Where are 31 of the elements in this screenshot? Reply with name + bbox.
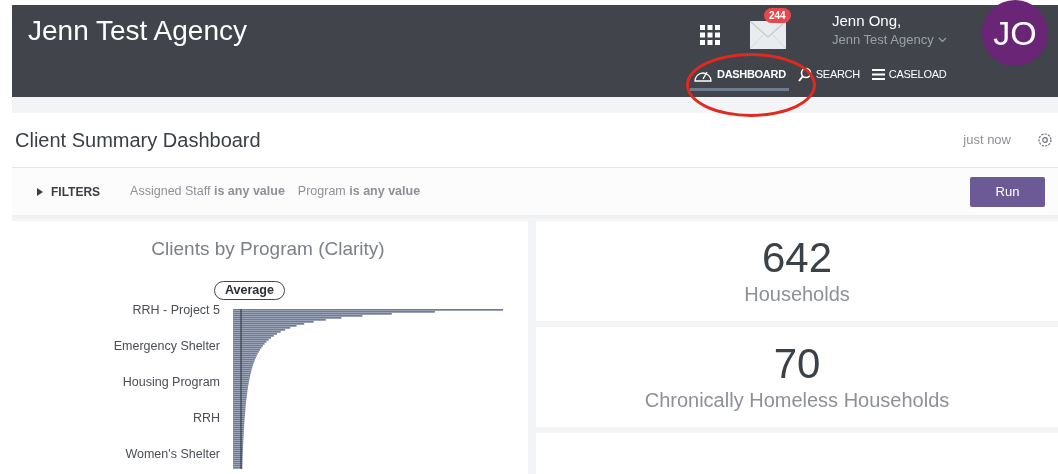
nav-tab[interactable]: CASELOAD: [868, 61, 950, 91]
updated-time: just now: [963, 131, 1011, 150]
menu-icon: [871, 69, 885, 80]
notification-badge: 244: [764, 8, 791, 23]
filter-summary: Assigned Staff is any value: [130, 183, 285, 201]
average-label: Average: [214, 281, 285, 300]
nav-tab[interactable]: DASHBOARD: [690, 61, 789, 91]
chevron-down-icon: [937, 37, 947, 43]
metric-value: 642: [761, 235, 833, 281]
filters-toggle[interactable]: FILTERS: [37, 182, 101, 201]
category-label: Emergency Shelter: [113, 338, 220, 355]
user-avatar[interactable]: JO: [982, 0, 1048, 66]
caret-icon: [37, 187, 43, 196]
dashboard-title: Client Summary Dashboard: [15, 128, 262, 153]
apps-grid-icon[interactable]: [700, 25, 720, 45]
nav-tab[interactable]: SEARCH: [794, 61, 863, 91]
metric-label: Households: [744, 282, 850, 307]
metric-value: 70: [773, 341, 821, 387]
run-button[interactable]: Run: [970, 176, 1045, 207]
metric-label: Chronically Homeless Households: [644, 388, 950, 413]
category-label: RRH: [192, 410, 220, 427]
category-label: Women's Shelter: [125, 446, 220, 463]
category-label: Housing Program: [122, 374, 220, 391]
category-label: RRH - Project 5: [132, 302, 220, 319]
envelope-icon[interactable]: [750, 21, 786, 49]
settings-icon[interactable]: [1037, 132, 1053, 148]
user-name: Jenn Ong,: [832, 11, 903, 31]
search-icon: [797, 66, 812, 83]
agency-title: Jenn Test Agency: [27, 14, 248, 48]
chart-title: Clients by Program (Clarity): [150, 237, 386, 261]
filter-summary: Program is any value: [297, 183, 421, 201]
